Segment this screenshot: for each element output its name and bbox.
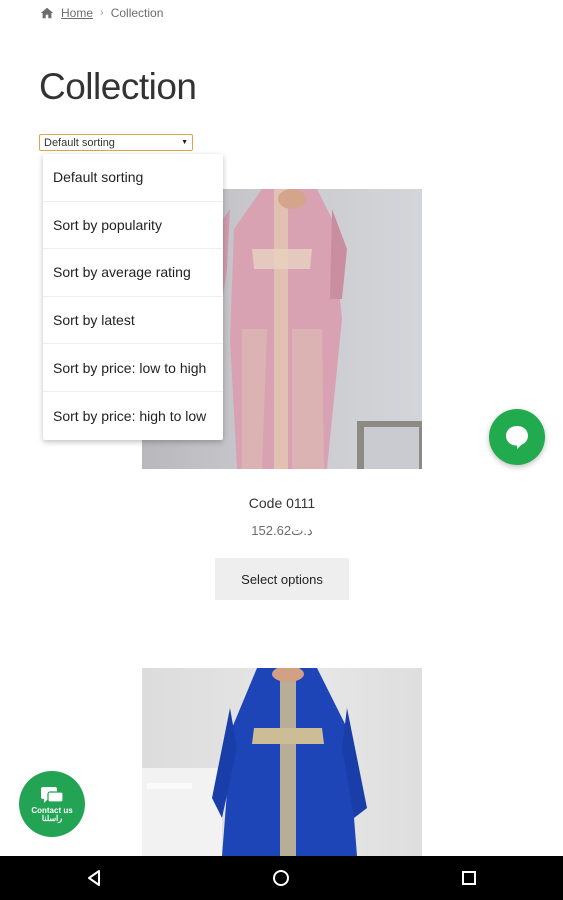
product-image-blue-kaftan[interactable] [142,668,422,856]
product-price: 152.62د.ت [251,523,313,538]
sort-dropdown-menu: Default sorting Sort by popularity Sort … [43,154,223,440]
breadcrumb: Home › Collection [40,6,163,20]
home-button[interactable] [261,858,301,898]
contact-us-label-ar: راسلنا [41,814,63,823]
breadcrumb-home-link[interactable]: Home [61,6,93,20]
page-title: Collection [39,66,197,107]
breadcrumb-separator: › [100,7,104,19]
android-navigation-bar [0,856,563,900]
contact-us-button[interactable]: Contact us راسلنا [19,771,85,837]
sort-option-price-asc[interactable]: Sort by price: low to high [43,344,223,392]
message-icon [41,787,64,803]
sort-option-popularity[interactable]: Sort by popularity [43,202,223,250]
recents-square-icon [462,871,477,885]
blue-kaftan-illustration [142,668,367,856]
sort-option-price-desc[interactable]: Sort by price: high to low [43,392,223,440]
breadcrumb-current: Collection [110,6,164,20]
recents-button[interactable] [449,858,489,898]
select-options-button[interactable]: Select options [215,558,349,600]
home-icon [40,7,54,19]
home-circle-icon [273,870,290,886]
sort-option-latest[interactable]: Sort by latest [43,297,223,345]
sort-option-rating[interactable]: Sort by average rating [43,249,223,297]
sort-select[interactable]: Default sorting ▼ [39,134,193,151]
chat-bubble-icon [506,426,528,449]
back-button[interactable] [74,858,114,898]
sort-select-value: Default sorting [44,136,115,149]
back-triangle-icon [87,870,100,886]
caret-down-icon: ▼ [181,139,188,146]
sort-option-default[interactable]: Default sorting [43,154,223,202]
product-name[interactable]: Code 0111 [142,495,422,511]
chat-button[interactable] [489,409,545,465]
